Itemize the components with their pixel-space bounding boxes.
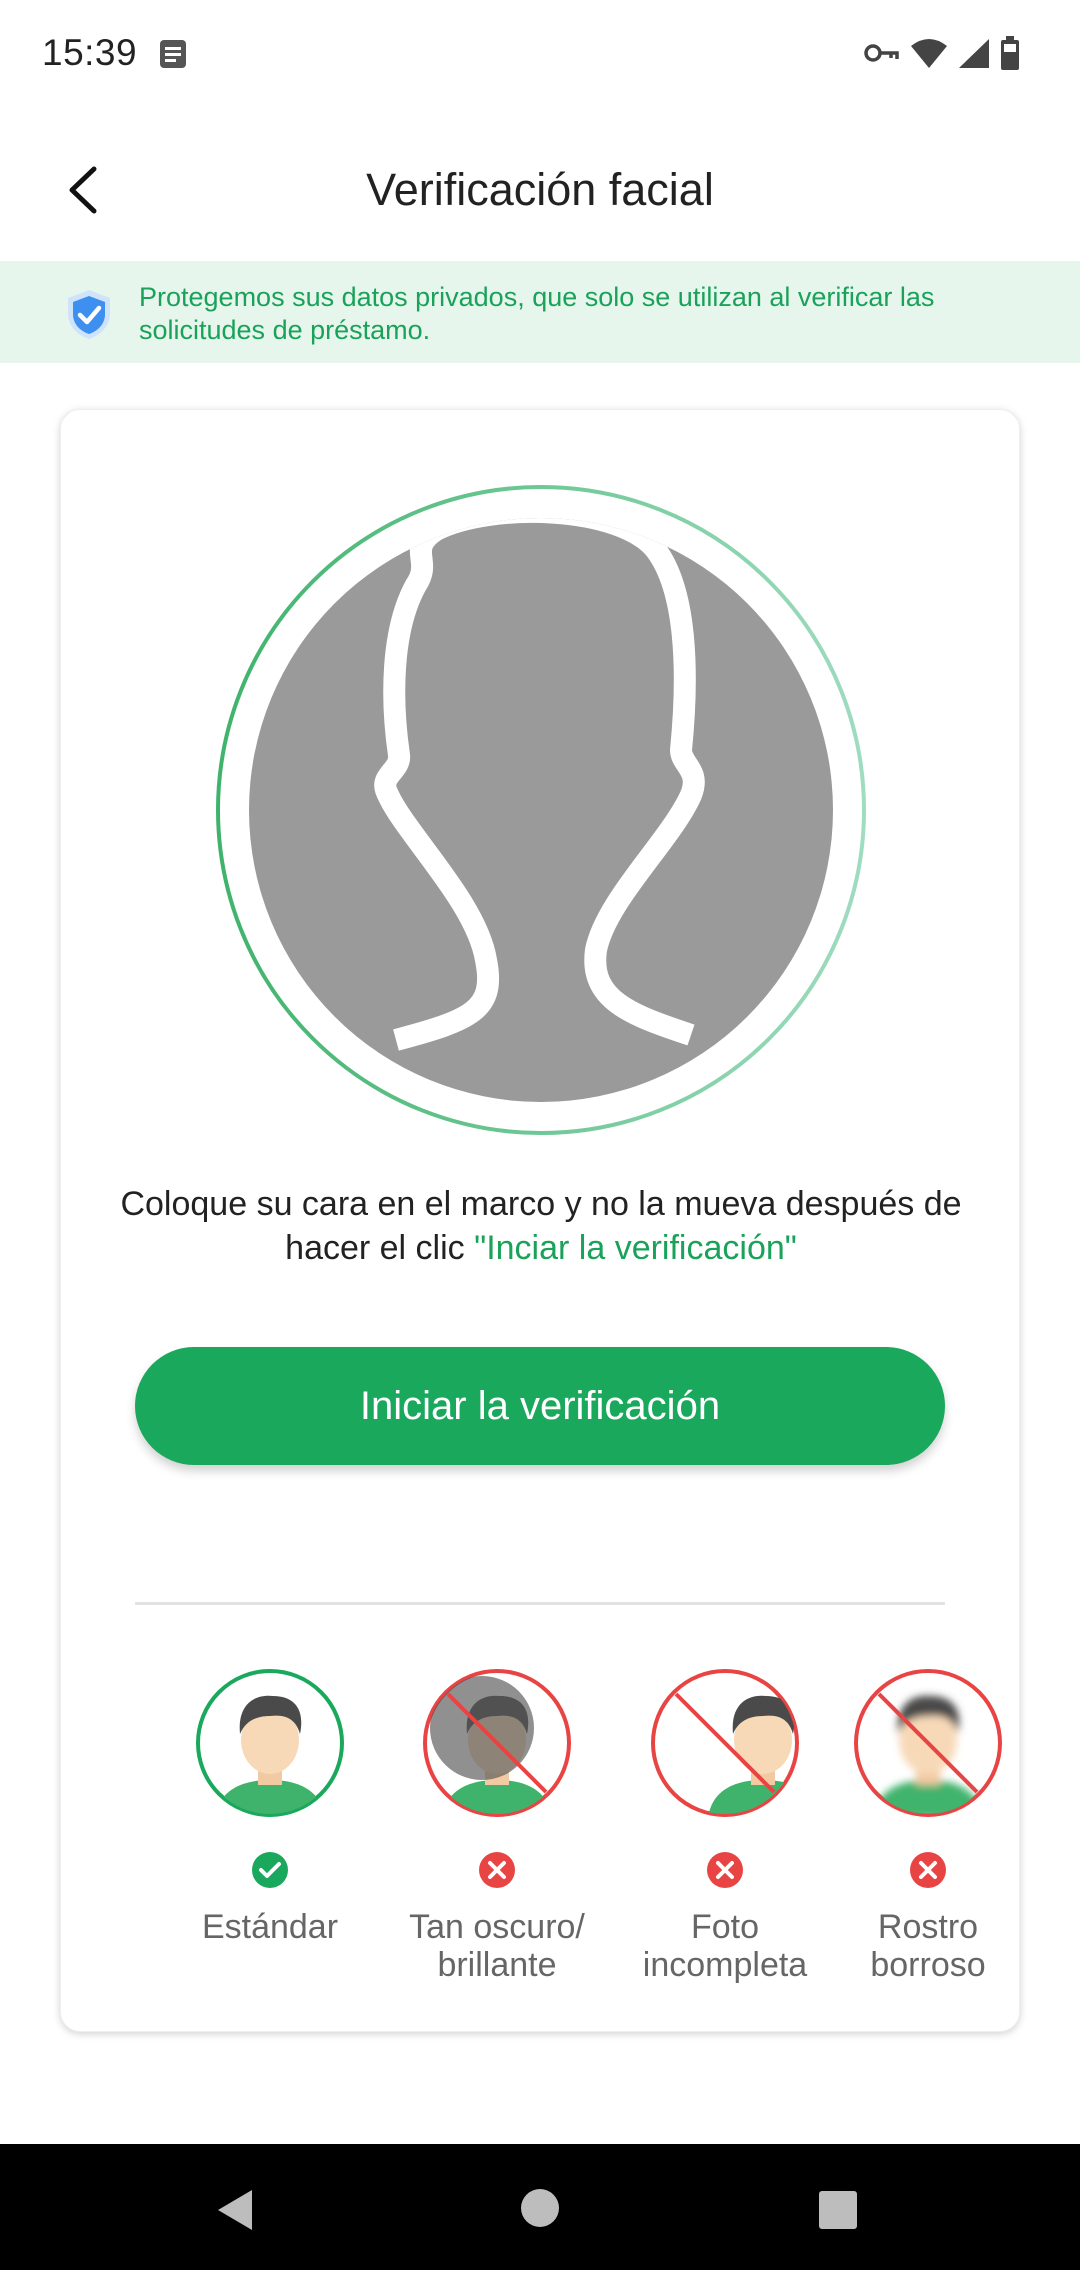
- wifi-icon: [910, 38, 948, 73]
- notification-doc-icon: [158, 38, 188, 75]
- verification-card: Coloque su cara en el marco y no la muev…: [60, 409, 1020, 2032]
- example-label: Foto incompleta: [642, 1908, 808, 1984]
- error-icon: [909, 1851, 947, 1889]
- page-title: Verificación facial: [366, 164, 714, 215]
- camera-preview: [249, 518, 833, 1102]
- photo-examples: Estándar Tan oscuro/ brillante Foto inco…: [61, 1668, 1021, 1998]
- error-icon: [706, 1851, 744, 1889]
- instruction-text: Coloque su cara en el marco y no la muev…: [101, 1182, 981, 1270]
- example-label: Estándar: [201, 1908, 339, 1946]
- battery-icon: [1000, 36, 1020, 75]
- cell-signal-icon: [958, 38, 990, 73]
- check-icon: [251, 1851, 289, 1889]
- privacy-text: Protegemos sus datos privados, que solo …: [139, 282, 935, 345]
- blurry-face-thumb: [853, 1668, 1003, 1818]
- incomplete-face-thumb: [650, 1668, 800, 1818]
- privacy-banner: Protegemos sus datos privados, que solo …: [0, 261, 1080, 363]
- status-bar: 15:39: [0, 0, 1080, 110]
- back-arrow-icon: [69, 166, 97, 214]
- instruction-highlight: "Inciar la verificación": [474, 1229, 797, 1267]
- face-frame: [211, 480, 871, 1140]
- vpn-key-icon: [864, 42, 900, 69]
- back-button[interactable]: [52, 160, 112, 220]
- dark-face-thumb: [422, 1668, 572, 1818]
- divider: [135, 1602, 945, 1605]
- example-label: Rostro borroso: [870, 1908, 986, 1984]
- shield-check-icon: [62, 287, 116, 346]
- start-verification-button[interactable]: Iniciar la verificación: [135, 1347, 945, 1465]
- status-time: 15:39: [42, 32, 138, 73]
- standard-face-thumb: [195, 1668, 345, 1818]
- nav-recent-apps-icon[interactable]: [818, 2190, 858, 2235]
- system-nav-bar: [0, 2144, 1080, 2270]
- error-icon: [478, 1851, 516, 1889]
- example-label: Tan oscuro/brillante: [409, 1908, 585, 1984]
- nav-back-icon[interactable]: [214, 2188, 254, 2237]
- app-header: Verificación facial: [0, 110, 1080, 260]
- nav-home-icon[interactable]: [520, 2188, 560, 2233]
